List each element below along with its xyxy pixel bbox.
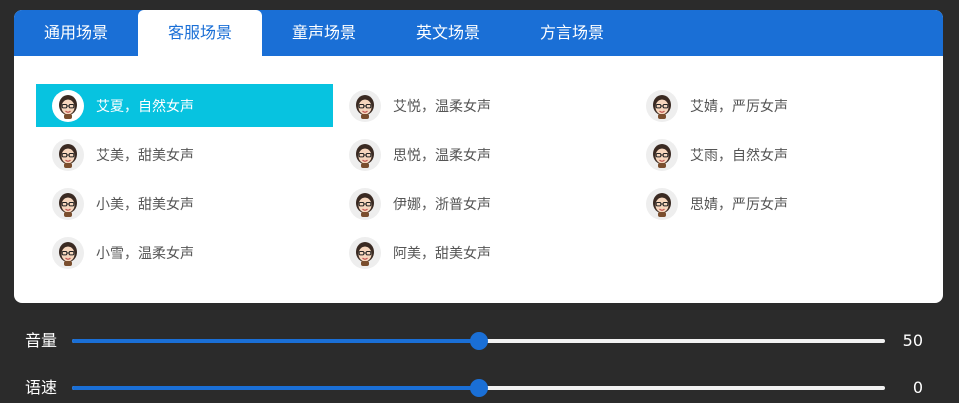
girl-avatar-icon [349, 138, 381, 171]
voice-item-label: 艾美，甜美女声 [96, 147, 194, 164]
speed-slider-handle[interactable] [469, 379, 488, 397]
girl-avatar-icon [59, 192, 77, 217]
girl-avatar-icon [59, 94, 77, 119]
volume-value: 50 [902, 331, 923, 350]
speed-value: 0 [912, 378, 923, 397]
voice-item[interactable]: 艾婧，严厉女声 [630, 84, 926, 127]
speed-slider-track[interactable] [72, 379, 885, 397]
volume-row: 音量 50 [0, 326, 959, 356]
volume-label: 音量 [25, 331, 58, 350]
girl-avatar-icon [646, 138, 678, 171]
tab-english[interactable]: 英文场景 [386, 10, 510, 56]
voice-item[interactable]: 伊娜，浙普女声 [333, 182, 630, 225]
voice-item[interactable]: 思婧，严厉女声 [630, 182, 926, 225]
voice-item-label: 阿美，甜美女声 [393, 245, 491, 262]
voice-grid: 艾夏，自然女声 艾悦，温柔女声 艾婧，严厉女声艾美，甜美女声 思悦，温柔女声 艾雨，自然… [36, 84, 926, 274]
voice-item[interactable]: 思悦，温柔女声 [333, 133, 630, 176]
girl-avatar-icon [356, 192, 374, 217]
girl-avatar-icon [653, 192, 671, 217]
girl-avatar-icon [653, 143, 671, 168]
speed-row: 语速 0 [0, 373, 959, 403]
voice-item-label: 艾悦，温柔女声 [393, 98, 491, 115]
voice-item-label: 艾雨，自然女声 [690, 147, 788, 164]
speed-slider-fill [72, 386, 479, 390]
girl-avatar-icon [349, 89, 381, 122]
voice-item-label: 思婧，严厉女声 [690, 196, 788, 213]
voice-item[interactable]: 艾雨，自然女声 [630, 133, 926, 176]
voice-item-label: 小美，甜美女声 [96, 196, 194, 213]
girl-avatar-icon [349, 236, 381, 269]
volume-slider-fill [72, 339, 479, 343]
girl-avatar-icon [349, 187, 381, 220]
voice-item[interactable]: 阿美，甜美女声 [333, 231, 630, 274]
girl-avatar-icon [52, 138, 84, 171]
girl-avatar-icon [59, 241, 77, 266]
voice-item-label: 艾夏，自然女声 [96, 98, 194, 115]
girl-avatar-icon [653, 94, 671, 119]
voice-item[interactable]: 艾美，甜美女声 [36, 133, 333, 176]
volume-slider-track[interactable] [72, 332, 885, 350]
voice-item[interactable]: 艾夏，自然女声 [36, 84, 333, 127]
tab-customer-service[interactable]: 客服场景 [138, 10, 262, 56]
girl-avatar-icon [52, 187, 84, 220]
tab-dialect[interactable]: 方言场景 [510, 10, 634, 56]
voice-item-label: 艾婧，严厉女声 [690, 98, 788, 115]
scene-tab-bar: 通用场景 客服场景 童声场景 英文场景 方言场景 [14, 10, 943, 56]
voice-item-label: 思悦，温柔女声 [393, 147, 491, 164]
voice-item[interactable]: 小雪，温柔女声 [36, 231, 333, 274]
girl-avatar-icon [59, 143, 77, 168]
voice-item[interactable]: 小美，甜美女声 [36, 182, 333, 225]
girl-avatar-icon [356, 94, 374, 119]
voice-item[interactable]: 艾悦，温柔女声 [333, 84, 630, 127]
voice-item-label: 伊娜，浙普女声 [393, 196, 491, 213]
voice-item-label: 小雪，温柔女声 [96, 245, 194, 262]
girl-avatar-icon [356, 143, 374, 168]
volume-slider-handle[interactable] [469, 332, 488, 350]
girl-avatar-icon [646, 89, 678, 122]
girl-avatar-icon [52, 236, 84, 269]
girl-avatar-icon [646, 187, 678, 220]
tab-child-voice[interactable]: 童声场景 [262, 10, 386, 56]
voice-panel: 通用场景 客服场景 童声场景 英文场景 方言场景 艾夏，自然女声 艾悦，温柔女声艾… [14, 10, 943, 303]
tab-general[interactable]: 通用场景 [14, 10, 138, 56]
speed-label: 语速 [25, 378, 58, 397]
girl-avatar-icon [52, 89, 84, 122]
girl-avatar-icon [356, 241, 374, 266]
